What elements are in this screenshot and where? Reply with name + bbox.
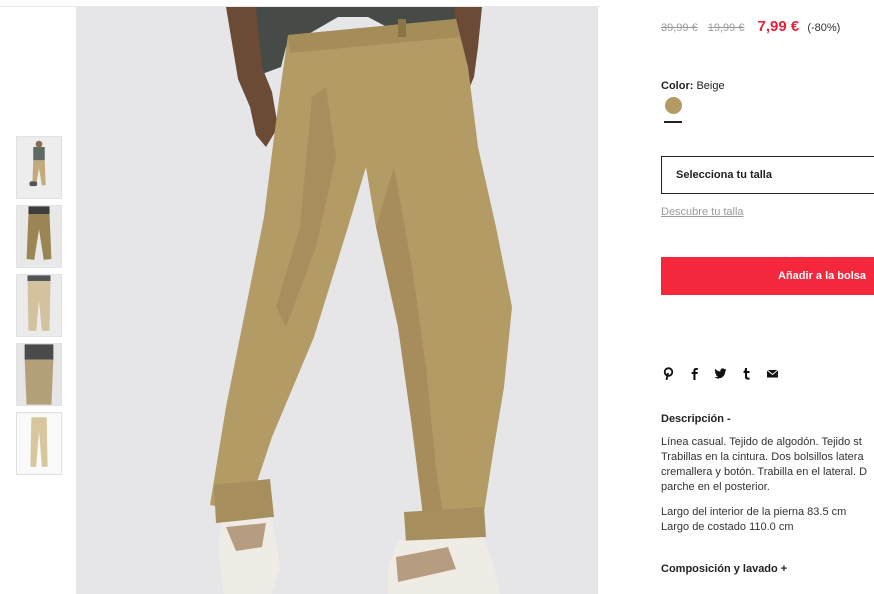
thumbnail-1[interactable] [16, 136, 62, 199]
selected-swatch-indicator [664, 121, 682, 123]
description-line: Trabillas en la cintura. Dos bolsillos l… [661, 451, 864, 463]
description-line: parche en el posterior. [661, 481, 770, 493]
size-guide-link[interactable]: Descubre tu talla [661, 206, 744, 218]
previous-price: 19,99 € [707, 22, 745, 34]
inseam-measure: Largo del interior de la pierna 83.5 cm [661, 506, 847, 518]
color-swatch-beige[interactable] [665, 97, 682, 114]
measurements: Largo del interior de la pierna 83.5 cm … [661, 505, 846, 535]
description-text: Línea casual. Tejido de algodón. Tejido … [661, 435, 874, 495]
pinterest-icon[interactable] [661, 367, 676, 382]
current-price: 7,99 € [757, 18, 800, 35]
color-label-row: Color: Beige [661, 80, 725, 92]
size-select[interactable]: Selecciona tu talla [661, 156, 874, 194]
price-row: 39,99 € 19,99 € 7,99 € (-80%) [661, 18, 840, 35]
social-share-bar [661, 367, 780, 382]
color-label: Color: [661, 80, 694, 92]
thumbnail-2[interactable] [16, 205, 62, 268]
thumbnail-3[interactable] [16, 274, 62, 337]
top-divider [0, 0, 600, 7]
thumbnail-5[interactable] [16, 412, 62, 475]
outseam-measure: Largo de costado 110.0 cm [661, 521, 794, 533]
thumbnail-4[interactable] [16, 343, 62, 406]
thumbnail-strip [16, 136, 63, 481]
original-price: 39,99 € [661, 22, 698, 34]
description-line: Línea casual. Tejido de algodón. Tejido … [661, 436, 862, 448]
color-value: Beige [696, 80, 725, 92]
add-to-bag-button[interactable]: Añadir a la bolsa [661, 257, 874, 295]
product-main-image[interactable] [76, 7, 598, 594]
tumblr-icon[interactable] [739, 367, 754, 382]
discount-badge: (-80%) [807, 22, 841, 34]
composition-toggle[interactable]: Composición y lavado + [661, 563, 787, 575]
description-line: cremallera y botón. Trabilla en el later… [661, 466, 868, 478]
facebook-icon[interactable] [687, 367, 702, 382]
description-toggle[interactable]: Descripción - [661, 413, 731, 425]
product-info-panel: 39,99 € 19,99 € 7,99 € (-80%) Color: Bei… [661, 0, 874, 594]
twitter-icon[interactable] [713, 367, 728, 382]
email-icon[interactable] [765, 367, 780, 382]
